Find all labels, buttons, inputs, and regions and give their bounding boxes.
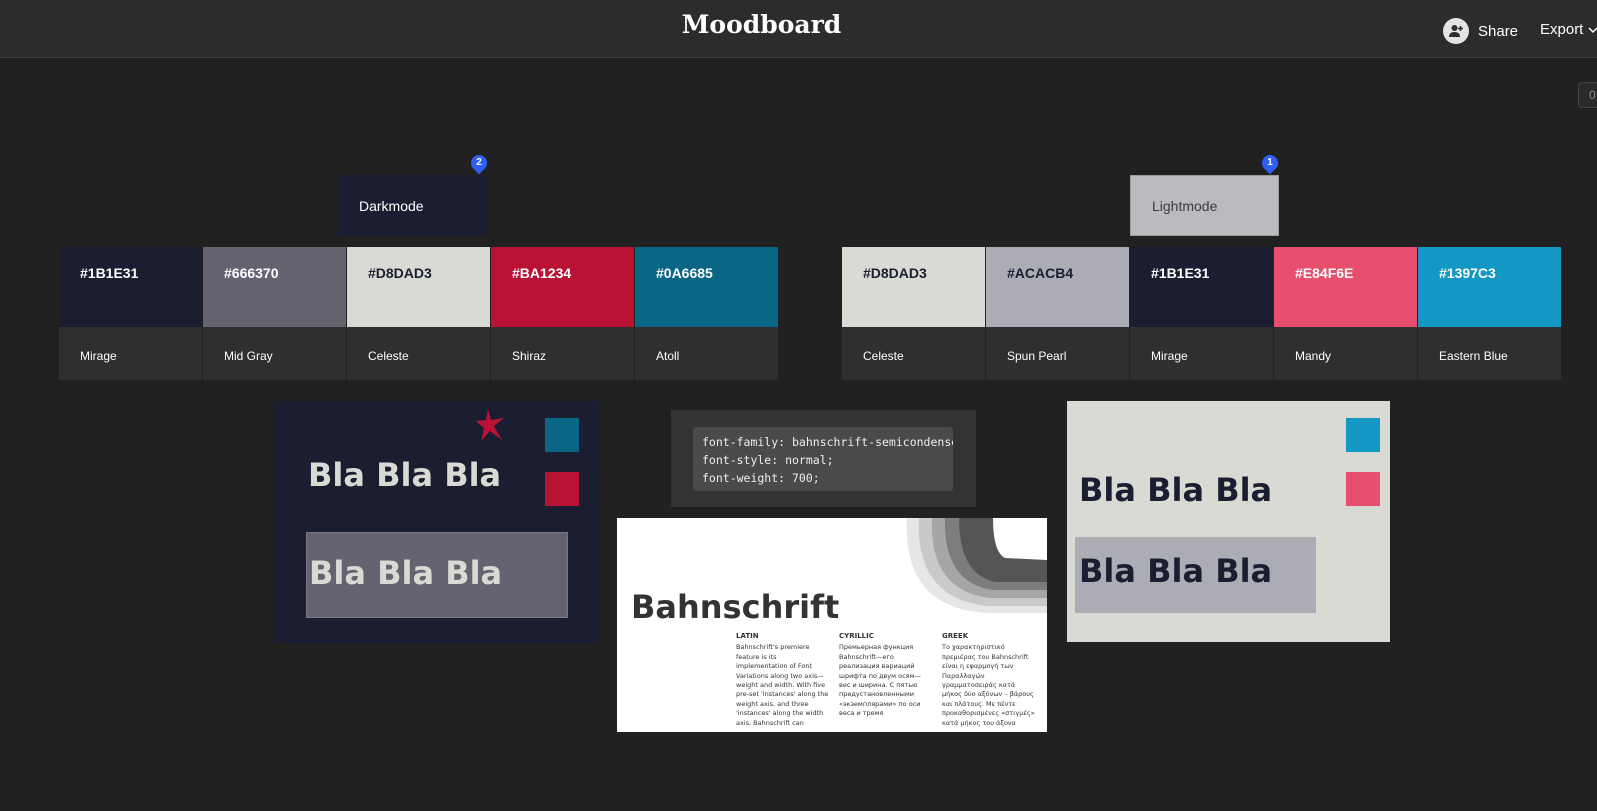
swatch-card[interactable]: #D8DAD3 Celeste — [347, 247, 490, 380]
sample-box-text: Bla Bla Bla — [309, 554, 503, 592]
add-user-icon — [1443, 18, 1469, 44]
comment-pin-icon[interactable]: 1 — [1258, 151, 1282, 175]
specimen-column-text: Премьерная функция Bahnschrift—его реали… — [839, 643, 921, 718]
sample-heading: Bla Bla Bla — [308, 456, 502, 494]
darkmode-label-text: Darkmode — [359, 197, 424, 214]
sample-box: Bla Bla Bla — [306, 532, 568, 618]
swatch-card[interactable]: #BA1234 Shiraz — [491, 247, 634, 380]
swatch-color: #ACACB4 — [986, 247, 1129, 327]
code-block: font-family: bahnschrift-semicondensed; … — [693, 427, 953, 491]
swatch-card[interactable]: #E84F6E Mandy — [1274, 247, 1417, 380]
sample-box: Bla Bla Bla — [1075, 537, 1316, 613]
comment-pin-count: 2 — [476, 157, 482, 168]
specimen-column-text: Το χαρακτηριστικό πρεμιέρας του Bahnschr… — [942, 643, 1035, 727]
swatch-color: #666370 — [203, 247, 346, 327]
star-icon — [476, 409, 504, 441]
accent-square — [1346, 472, 1380, 506]
specimen-column-heading: GREEK — [942, 632, 969, 640]
export-menu-button[interactable]: Export — [1540, 21, 1597, 38]
specimen-column-latin: LATIN Bahnschrift's premiere feature is … — [736, 632, 829, 728]
sample-box-text: Bla Bla Bla — [1079, 552, 1273, 590]
swatch-color: #0A6685 — [635, 247, 778, 327]
code-snippet-card[interactable]: font-family: bahnschrift-semicondensed; … — [671, 410, 976, 507]
swatch-name: Eastern Blue — [1439, 349, 1508, 363]
swatch-card[interactable]: #ACACB4 Spun Pearl — [986, 247, 1129, 380]
swatch-card[interactable]: #1397C3 Eastern Blue — [1418, 247, 1561, 380]
darkmode-preview-card[interactable]: Bla Bla Bla Bla Bla Bla — [273, 401, 599, 643]
accent-square — [1346, 418, 1380, 452]
lightmode-preview-card[interactable]: Bla Bla Bla Bla Bla Bla — [1067, 401, 1390, 642]
app-title: Moodboard — [681, 10, 842, 39]
lightmode-label-text: Lightmode — [1152, 197, 1218, 214]
specimen-column-heading: CYRILLIC — [839, 632, 874, 640]
swatch-color: #1B1E31 — [1130, 247, 1273, 327]
swatch-name: Mid Gray — [224, 349, 273, 363]
swatch-color: #1B1E31 — [59, 247, 202, 327]
share-label: Share — [1478, 22, 1519, 40]
specimen-column-heading: LATIN — [736, 632, 759, 640]
comment-pin-icon[interactable]: 2 — [467, 151, 491, 175]
lightmode-label[interactable]: Lightmode — [1130, 175, 1279, 236]
sample-heading: Bla Bla Bla — [1079, 471, 1273, 509]
share-button[interactable]: Share — [1443, 17, 1518, 45]
chevron-down-icon — [1588, 21, 1597, 38]
swatch-color: #D8DAD3 — [347, 247, 490, 327]
export-label: Export — [1540, 21, 1584, 38]
swatch-name: Mirage — [1151, 349, 1188, 363]
accent-square — [545, 472, 579, 506]
swatch-name: Celeste — [863, 349, 904, 363]
code-line: font-family: bahnschrift-semicondensed; — [702, 435, 953, 449]
font-variation-graphic — [906, 518, 1047, 613]
swatch-color: #1397C3 — [1418, 247, 1561, 327]
swatch-name: Shiraz — [512, 349, 547, 363]
top-bar: Moodboard Share Export — [0, 0, 1597, 58]
swatch-color: #E84F6E — [1274, 247, 1417, 327]
swatch-color: #D8DAD3 — [842, 247, 985, 327]
code-line: font-style: normal; — [702, 453, 834, 467]
accent-square — [545, 418, 579, 452]
code-line: font-weight: 700; — [702, 471, 820, 485]
swatch-name: Spun Pearl — [1007, 349, 1067, 363]
swatch-card[interactable]: #1B1E31 Mirage — [1130, 247, 1273, 380]
specimen-title: Bahnschrift — [631, 588, 840, 626]
zoom-value: 0 — [1589, 88, 1596, 102]
swatch-name: Mirage — [80, 349, 117, 363]
swatch-name: Celeste — [368, 349, 409, 363]
swatch-color: #BA1234 — [491, 247, 634, 327]
swatch-name: Atoll — [656, 349, 680, 363]
swatch-card[interactable]: #1B1E31 Mirage — [59, 247, 202, 380]
swatch-card[interactable]: #666370 Mid Gray — [203, 247, 346, 380]
swatch-card[interactable]: #0A6685 Atoll — [635, 247, 778, 380]
specimen-column-text: Bahnschrift's premiere feature is its im… — [736, 643, 829, 727]
font-specimen-image[interactable]: Bahnschrift LATIN Bahnschrift's premiere… — [617, 518, 1047, 732]
zoom-indicator[interactable]: 0 — [1578, 82, 1597, 108]
specimen-column-greek: GREEK Το χαρακτηριστικό πρεμιέρας του Ba… — [942, 632, 1035, 728]
darkmode-label[interactable]: Darkmode — [338, 175, 487, 236]
specimen-column-cyrillic: CYRILLIC Премьерная функция Bahnschrift—… — [839, 632, 932, 719]
comment-pin-count: 1 — [1267, 157, 1273, 168]
swatch-card[interactable]: #D8DAD3 Celeste — [842, 247, 985, 380]
swatch-name: Mandy — [1295, 349, 1332, 363]
